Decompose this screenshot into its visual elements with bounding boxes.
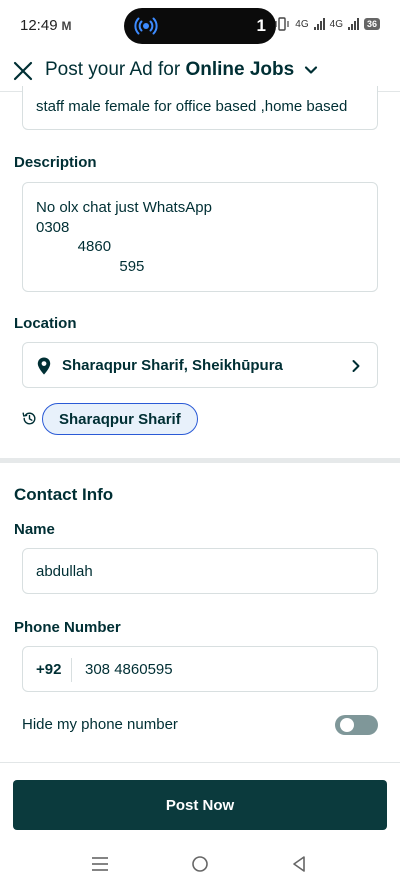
status-bar: 12:49 M 1 4G 4G 36 [0, 0, 400, 52]
name-label: Name [14, 521, 55, 538]
vibrate-icon [275, 17, 289, 31]
phone-value: 308 4860595 [85, 661, 173, 678]
page-title-prefix: Post your Ad for [45, 59, 186, 80]
status-time: 12:49 [20, 17, 58, 34]
back-triangle-icon[interactable] [291, 855, 307, 873]
phone-label: Phone Number [14, 619, 121, 636]
broadcast-icon [134, 17, 158, 35]
page-title[interactable]: Post your Ad for Online Jobs [45, 59, 318, 81]
pill-count: 1 [256, 16, 266, 35]
location-pin-icon [37, 357, 51, 375]
description-value: No olx chat just WhatsApp 0308 4860 595 [36, 199, 212, 275]
network-type-1: 4G [295, 18, 309, 30]
recent-location-chip[interactable]: Sharaqpur Sharif [42, 403, 198, 435]
section-divider [0, 458, 400, 463]
location-label: Location [14, 315, 77, 332]
status-time-group: 12:49 M [20, 17, 72, 34]
phone-input[interactable]: +92 308 4860595 [22, 646, 378, 692]
history-icon [22, 412, 36, 425]
chevron-right-icon [352, 360, 360, 372]
ad-title-input[interactable]: staff male female for office based ,home… [22, 86, 378, 130]
footer-divider [0, 762, 400, 763]
live-activity-pill[interactable]: 1 [124, 8, 276, 44]
battery-icon: 36 [363, 18, 380, 30]
menu-icon[interactable] [91, 855, 109, 873]
signal-icon-2 [347, 18, 359, 30]
home-circle-icon[interactable] [191, 855, 209, 873]
hide-phone-toggle[interactable] [335, 715, 378, 735]
location-selector[interactable]: Sharaqpur Sharif, Sheikhūpura [22, 342, 378, 388]
category-name: Online Jobs [185, 59, 295, 80]
phone-divider [71, 658, 72, 682]
description-label: Description [14, 154, 97, 171]
post-now-button[interactable]: Post Now [13, 780, 387, 830]
description-input[interactable]: No olx chat just WhatsApp 0308 4860 595 [22, 182, 378, 292]
network-type-2: 4G [329, 18, 343, 30]
phone-country-code: +92 [36, 661, 62, 678]
toggle-knob [340, 718, 354, 732]
hide-phone-label: Hide my phone number [22, 716, 178, 733]
chevron-down-icon [304, 66, 317, 74]
system-nav-bar [0, 845, 400, 888]
location-value: Sharaqpur Sharif, Sheikhūpura [62, 357, 283, 374]
name-input[interactable]: abdullah [22, 548, 378, 594]
signal-icon [313, 18, 325, 30]
contact-info-heading: Contact Info [14, 485, 114, 504]
status-icons: 4G 4G 36 [274, 17, 380, 31]
close-icon[interactable] [12, 60, 34, 82]
name-value: abdullah [36, 563, 93, 580]
mail-notification-icon: M [61, 18, 72, 33]
ad-title-value: staff male female for office based ,home… [36, 98, 348, 115]
